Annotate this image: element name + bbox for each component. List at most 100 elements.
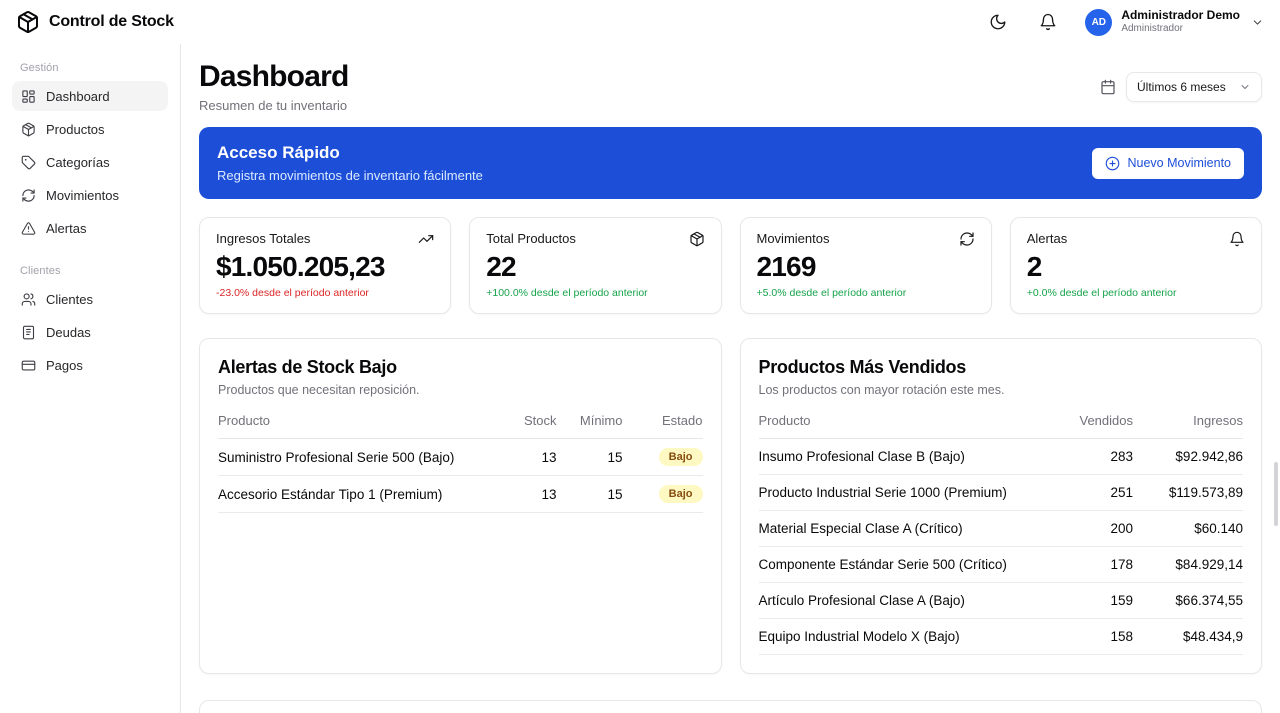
sold-value: 200: [1043, 521, 1133, 536]
low-stock-card: Alertas de Stock Bajo Productos que nece…: [199, 338, 722, 674]
users-icon: [21, 292, 36, 307]
new-movement-button[interactable]: Nuevo Movimiento: [1092, 148, 1244, 179]
banner-subtitle: Registra movimientos de inventario fácil…: [217, 168, 483, 183]
stat-value: 2169: [757, 251, 975, 283]
tag-icon: [21, 155, 36, 170]
revenue-value: $84.929,14: [1133, 557, 1243, 572]
plus-circle-icon: [1105, 156, 1120, 171]
sidebar-item-label: Deudas: [46, 325, 91, 340]
stat-card-movimientos: Movimientos 2169 +5.0% desde el período …: [740, 217, 992, 314]
product-name: Producto Industrial Serie 1000 (Premium): [759, 485, 1044, 500]
product-name: Suministro Profesional Serie 500 (Bajo): [218, 450, 499, 465]
revenue-value: $119.573,89: [1133, 485, 1243, 500]
table-row[interactable]: Material Especial Clase A (Crítico) 200 …: [759, 511, 1244, 547]
stat-value: 2: [1027, 251, 1245, 283]
sold-value: 159: [1043, 593, 1133, 608]
table-row[interactable]: Insumo Profesional Clase B (Bajo) 283 $9…: [759, 439, 1244, 475]
sidebar-item-label: Clientes: [46, 292, 93, 307]
low-stock-table: Producto Stock Mínimo Estado Suministro …: [218, 413, 703, 513]
column-header-minimo: Mínimo: [557, 413, 623, 428]
stock-value: 13: [499, 450, 557, 465]
new-movement-button-label: Nuevo Movimiento: [1127, 156, 1231, 170]
bell-icon: [1229, 231, 1245, 247]
column-header-estado: Estado: [623, 413, 703, 428]
top-products-subtitle: Los productos con mayor rotación este me…: [759, 383, 1244, 397]
revenue-value: $66.374,55: [1133, 593, 1243, 608]
period-filter: Últimos 6 meses: [1100, 72, 1262, 102]
table-header: Producto Stock Mínimo Estado: [218, 413, 703, 439]
product-name: Equipo Industrial Modelo X (Bajo): [759, 629, 1044, 644]
status-badge: Bajo: [659, 485, 703, 503]
bell-icon: [1039, 13, 1057, 31]
table-row[interactable]: Componente Estándar Serie 500 (Crítico) …: [759, 547, 1244, 583]
sidebar: Gestión Dashboard Productos Categorías M…: [0, 44, 181, 713]
table-row[interactable]: Producto Industrial Serie 1000 (Premium)…: [759, 475, 1244, 511]
stock-value: 13: [499, 487, 557, 502]
sidebar-item-label: Movimientos: [46, 188, 119, 203]
stat-label: Movimientos: [757, 231, 830, 246]
revenue-value: $92.942,86: [1133, 449, 1243, 464]
page-title: Dashboard: [199, 60, 349, 94]
dark-mode-toggle[interactable]: [985, 9, 1011, 35]
sidebar-item-deudas[interactable]: Deudas: [12, 317, 168, 347]
refresh-icon: [959, 231, 975, 247]
app-brand: Control de Stock: [16, 10, 174, 34]
sidebar-item-movimientos[interactable]: Movimientos: [12, 180, 168, 210]
table-row[interactable]: Accesorio Estándar Tipo 1 (Premium) 13 1…: [218, 476, 703, 513]
sidebar-item-alertas[interactable]: Alertas: [12, 213, 168, 243]
column-header-ingresos: Ingresos: [1133, 413, 1243, 428]
table-row[interactable]: Artículo Profesional Clase A (Bajo) 159 …: [759, 583, 1244, 619]
column-header-stock: Stock: [499, 413, 557, 428]
table-header: Producto Vendidos Ingresos: [759, 413, 1244, 439]
product-name: Componente Estándar Serie 500 (Crítico): [759, 557, 1044, 572]
user-role: Administrador: [1121, 23, 1240, 36]
stat-value: $1.050.205,23: [216, 251, 434, 283]
product-name: Accesorio Estándar Tipo 1 (Premium): [218, 487, 499, 502]
sidebar-item-clientes[interactable]: Clientes: [12, 284, 168, 314]
moon-icon: [989, 13, 1007, 31]
sidebar-item-categorias[interactable]: Categorías: [12, 147, 168, 177]
calendar-icon: [1100, 79, 1116, 95]
user-info: Administrador Demo Administrador: [1121, 8, 1240, 36]
user-menu[interactable]: AD Administrador Demo Administrador: [1085, 8, 1264, 36]
min-value: 15: [557, 487, 623, 502]
stat-delta: +100.0% desde el período anterior: [486, 287, 704, 299]
scrollbar[interactable]: [1274, 462, 1278, 526]
notifications-button[interactable]: [1035, 9, 1061, 35]
stat-card-alertas: Alertas 2 +0.0% desde el período anterio…: [1010, 217, 1262, 314]
stat-label: Total Productos: [486, 231, 576, 246]
period-select[interactable]: Últimos 6 meses: [1126, 72, 1262, 102]
sidebar-section-gestion: Gestión: [20, 62, 160, 74]
table-row[interactable]: Suministro Profesional Serie 500 (Bajo) …: [218, 439, 703, 476]
revenue-value: $48.434,9: [1133, 629, 1243, 644]
stats-row: Ingresos Totales $1.050.205,23 -23.0% de…: [199, 217, 1262, 314]
sidebar-item-label: Productos: [46, 122, 105, 137]
sold-value: 178: [1043, 557, 1133, 572]
sold-value: 158: [1043, 629, 1133, 644]
sidebar-item-productos[interactable]: Productos: [12, 114, 168, 144]
revenue-value: $60.140: [1133, 521, 1243, 536]
page-heading: Dashboard Resumen de tu inventario: [199, 60, 349, 113]
sidebar-item-label: Dashboard: [46, 89, 110, 104]
table-row[interactable]: Equipo Industrial Modelo X (Bajo) 158 $4…: [759, 619, 1244, 655]
sidebar-item-pagos[interactable]: Pagos: [12, 350, 168, 380]
stat-card-ingresos: Ingresos Totales $1.050.205,23 -23.0% de…: [199, 217, 451, 314]
alert-triangle-icon: [21, 221, 36, 236]
app-header: Control de Stock AD Administrador Demo A…: [0, 0, 1280, 44]
sold-value: 283: [1043, 449, 1133, 464]
low-stock-subtitle: Productos que necesitan reposición.: [218, 383, 703, 397]
min-value: 15: [557, 450, 623, 465]
app-title: Control de Stock: [49, 13, 174, 31]
sidebar-item-label: Alertas: [46, 221, 86, 236]
stat-delta: +0.0% desde el período anterior: [1027, 287, 1245, 299]
product-name: Insumo Profesional Clase B (Bajo): [759, 449, 1044, 464]
sidebar-item-dashboard[interactable]: Dashboard: [12, 81, 168, 111]
stat-card-productos: Total Productos 22 +100.0% desde el perí…: [469, 217, 721, 314]
stat-label: Ingresos Totales: [216, 231, 310, 246]
header-actions: AD Administrador Demo Administrador: [985, 8, 1264, 36]
next-section-card: [199, 700, 1262, 713]
avatar: AD: [1085, 9, 1112, 36]
status-badge: Bajo: [659, 448, 703, 466]
quick-access-banner: Acceso Rápido Registra movimientos de in…: [199, 127, 1262, 199]
low-stock-title: Alertas de Stock Bajo: [218, 357, 703, 378]
